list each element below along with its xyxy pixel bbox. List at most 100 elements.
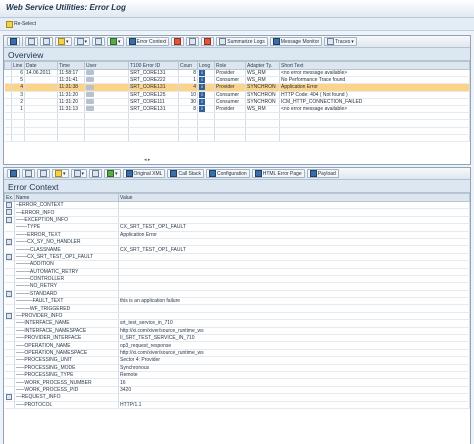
list-item[interactable]: –––––NO_RETRY [4,282,470,291]
call-stack-button[interactable]: Call Stack [167,169,204,178]
table-row[interactable]: 4 11:31:38 SRT_CORE131 4 i Provider SYNCHRON Ap… [4,83,470,92]
col-line[interactable]: Line [11,61,25,70]
ec-print-button[interactable] [89,169,103,178]
table-row[interactable]: 5 11:31:41 SRT_CORE222 1 i Consumer WS_RM No Pe… [4,76,470,85]
list-item[interactable]: –––INTERFACE_NAMESPACE http://xi.com/xive… [4,327,470,336]
info-icon[interactable]: i [199,91,205,98]
list-item[interactable]: ––––TYPE CX_SRT_TEST_OP1_FAULT [4,223,470,232]
list-item[interactable]: –––PROCESSING_TYPE Remote [4,371,470,380]
info-icon[interactable]: i [199,70,205,76]
col-role[interactable]: Role [214,61,246,70]
expand-icon[interactable] [5,238,12,245]
list-item[interactable]: –––PROTOCOL HTTP/1.1 [4,401,470,409]
list-item[interactable]: ––PROVIDER_INFO [4,312,470,321]
list-item[interactable]: ––ERROR_INFO [4,208,470,217]
cell-short-text: HTTP Code: 404 ( Not found ) [279,91,470,99]
expand-cell[interactable] [4,290,15,299]
expand-icon[interactable] [5,290,12,297]
list-item[interactable]: –––WORK_PROCESS_PID 3420 [4,386,470,395]
list-item[interactable]: ––––CX_SY_NO_HANDLER [4,238,470,247]
list-item[interactable]: –––WORK_PROCESS_NUMBER 16 [4,378,470,387]
col-expand[interactable]: Ex. [4,193,15,202]
list-item[interactable]: –––OPERATION_NAME op3_request_response [4,341,470,350]
ec-sort-desc-button[interactable] [37,169,50,178]
expand-cell[interactable] [4,238,15,247]
list-item[interactable]: –––––CONTROLLER [4,275,470,284]
col-name[interactable]: Name [14,193,119,202]
info-icon[interactable]: i [199,106,205,112]
table-row[interactable]: 1 11:31:13 SRT_CORE131 8 i Provider WS_RM <no e… [4,105,470,114]
list-item[interactable]: –––––AUTOMATIC_RETRY [4,268,470,276]
sum-button[interactable]: ▾ [73,37,91,46]
list-item[interactable]: ––––ERROR_TEXT Application Error [4,231,470,239]
overview-hscroll[interactable]: ◂ ▸ [144,157,160,163]
sort-desc-button[interactable] [40,37,53,46]
list-item[interactable]: –––––ADDITION [4,260,470,269]
col-time[interactable]: Time [57,61,85,70]
html-error-page-button[interactable]: HTML Error Page [251,169,305,178]
list-item[interactable]: ––REQUEST_INFO [4,393,470,402]
expand-icon[interactable] [5,394,12,400]
original-xml-button[interactable]: Original XML [122,169,166,178]
ec-sum-button[interactable]: ▾ [70,169,88,178]
table-row[interactable]: 6 14.06.2011 11:58:17 SRT_CORE131 8 i Provider… [4,69,470,78]
col-value[interactable]: Value [118,193,470,202]
refresh-button[interactable] [7,37,20,46]
error-context-button[interactable]: Error Context [125,37,170,46]
list-item[interactable]: –––INTERFACE_NAME srt_test_service_in_710 [4,319,470,328]
expand-icon[interactable] [5,312,12,319]
col-short-text[interactable]: Short Text [279,61,470,70]
list-item[interactable]: –––PROCESSING_MODE Synchronous [4,364,470,373]
expand-icon[interactable] [5,216,12,223]
expand-icon[interactable] [5,202,12,208]
filter-button[interactable]: ▾ [55,37,72,46]
expand-cell[interactable] [4,208,15,217]
ec-sort-asc-button[interactable] [22,169,35,178]
list-item[interactable]: –––––WF_TRIGGERED [4,304,470,313]
empty-row [4,127,470,135]
print-button[interactable] [92,37,106,46]
list-item[interactable]: ––––CX_SRT_TEST_OP1_FAULT [4,253,470,262]
export-button[interactable]: ▾ [107,37,124,46]
ec-filter-button[interactable]: ▾ [52,169,69,178]
list-item[interactable]: –––––CLASSNAME CX_SRT_TEST_OP1_FAULT [4,245,470,254]
expand-cell[interactable] [4,253,15,262]
list-item[interactable]: –––PROVIDER_INTERFACE II_SRT_TEST_SERVICE… [4,334,470,343]
details-button[interactable] [186,37,200,46]
col-error-id[interactable]: T100 Error ID [128,61,179,70]
list-item[interactable]: –––EXCEPTION_INFO [4,216,470,225]
message-monitor-button[interactable]: Message Monitor [269,37,323,46]
info-icon[interactable]: i [199,84,205,91]
col-adapter[interactable]: Adapter Ty. [245,61,280,70]
info-icon[interactable]: i [199,98,205,105]
configuration-button[interactable]: Configuration [205,169,250,178]
list-item[interactable]: –––OPERATION_NAMESPACE http://xi.com/xive… [4,349,470,358]
expand-cell[interactable] [4,393,15,402]
list-item[interactable]: –ERROR_CONTEXT [4,201,470,210]
col-date[interactable]: Date [24,61,58,70]
table-row[interactable]: 3 11:31:20 SRT_CORE125 10 i Consumer SYNCHRON H… [4,91,470,99]
list-item[interactable]: ––––––FAULT_TEXT this is an application f… [4,297,470,306]
reselect-button[interactable]: Re-Select [4,20,38,29]
expand-cell[interactable] [4,312,15,321]
sort-asc-button[interactable] [25,37,38,46]
list-item[interactable]: –––––STANDARD [4,290,470,299]
save-button[interactable] [201,37,215,46]
col-count[interactable]: Coun [178,61,198,70]
delete-button[interactable] [171,37,185,46]
list-item[interactable]: –––PROCESSING_UNIT Sector 4: Provider [4,356,470,365]
ec-export-button[interactable]: ▾ [104,169,121,178]
ec-refresh-button[interactable] [7,169,20,178]
expand-icon[interactable] [5,253,12,260]
expand-icon[interactable] [5,209,12,216]
payload-button[interactable]: Payload [306,169,339,178]
col-long[interactable]: Long [197,61,215,70]
summarize-logs-button[interactable]: Summarize Logs [216,37,268,46]
expand-cell[interactable] [4,201,15,210]
empty-cell [245,112,280,121]
expand-cell[interactable] [4,216,15,225]
col-user[interactable]: User [84,61,129,70]
traces-button[interactable]: Traces ▾ [324,37,357,46]
table-row[interactable]: 2 11:31:20 SRT_CORE111 30 i Consumer SYNCHRON I… [4,98,470,106]
info-icon[interactable]: i [199,77,205,83]
